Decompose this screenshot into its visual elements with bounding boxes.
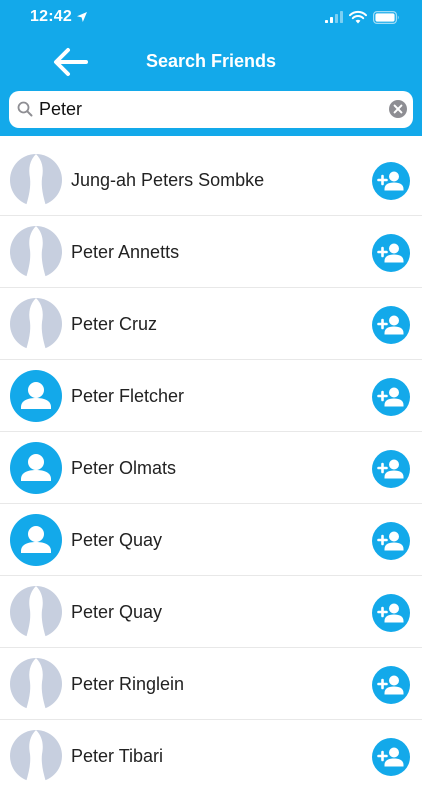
location-arrow-icon [77, 12, 87, 22]
wifi-icon [349, 10, 367, 24]
result-name: Peter Quay [71, 602, 163, 622]
add-friend-icon[interactable] [372, 306, 410, 344]
result-name: Peter Fletcher [71, 386, 185, 406]
silhouette-avatar-icon [10, 298, 62, 350]
add-friend-icon[interactable] [372, 234, 410, 272]
result-row[interactable]: Peter Cruz [0, 288, 422, 360]
result-row[interactable]: Peter Ringlein [0, 648, 422, 720]
clear-search-icon[interactable] [389, 100, 407, 118]
silhouette-avatar-icon [10, 586, 62, 638]
result-row[interactable]: Peter Fletcher [0, 360, 422, 432]
result-name: Peter Olmats [71, 458, 177, 478]
add-friend-icon[interactable] [372, 450, 410, 488]
result-name: Peter Quay [71, 530, 163, 550]
result-name: Peter Ringlein [71, 674, 185, 694]
result-name: Jung-ah Peters Sombke [71, 170, 265, 190]
status-time: 12:42 [30, 8, 72, 25]
signal-icon [325, 11, 343, 23]
battery-icon [373, 11, 399, 24]
result-name: Peter Tibari [71, 746, 164, 766]
result-row[interactable]: Jung-ah Peters Sombke [0, 144, 422, 216]
person-avatar-icon [10, 442, 62, 494]
add-friend-icon[interactable] [372, 522, 410, 560]
search-input[interactable] [39, 91, 379, 128]
add-friend-icon[interactable] [372, 666, 410, 704]
result-name: Peter Cruz [71, 314, 158, 334]
silhouette-avatar-icon [10, 226, 62, 278]
search-bar[interactable] [9, 91, 413, 128]
add-friend-icon[interactable] [372, 594, 410, 632]
silhouette-avatar-icon [10, 730, 62, 782]
result-row[interactable]: Peter Olmats [0, 432, 422, 504]
person-avatar-icon [10, 370, 62, 422]
result-name: Peter Annetts [71, 242, 180, 262]
silhouette-avatar-icon [10, 154, 62, 206]
page-title: Search Friends [145, 51, 277, 71]
result-row[interactable]: Peter Tibari [0, 720, 422, 791]
status-bar: 12:42 [0, 0, 422, 36]
result-row[interactable]: Peter Annetts [0, 216, 422, 288]
search-icon [17, 101, 33, 117]
silhouette-avatar-icon [10, 658, 62, 710]
add-friend-icon[interactable] [372, 738, 410, 776]
add-friend-icon[interactable] [372, 162, 410, 200]
add-friend-icon[interactable] [372, 378, 410, 416]
result-row[interactable]: Peter Quay [0, 504, 422, 576]
person-avatar-icon [10, 514, 62, 566]
result-row[interactable]: Peter Quay [0, 576, 422, 648]
app-header: 12:42 Search Friends [0, 0, 422, 136]
results-list: Jung-ah Peters Sombke Peter Annetts Pete… [0, 144, 422, 791]
